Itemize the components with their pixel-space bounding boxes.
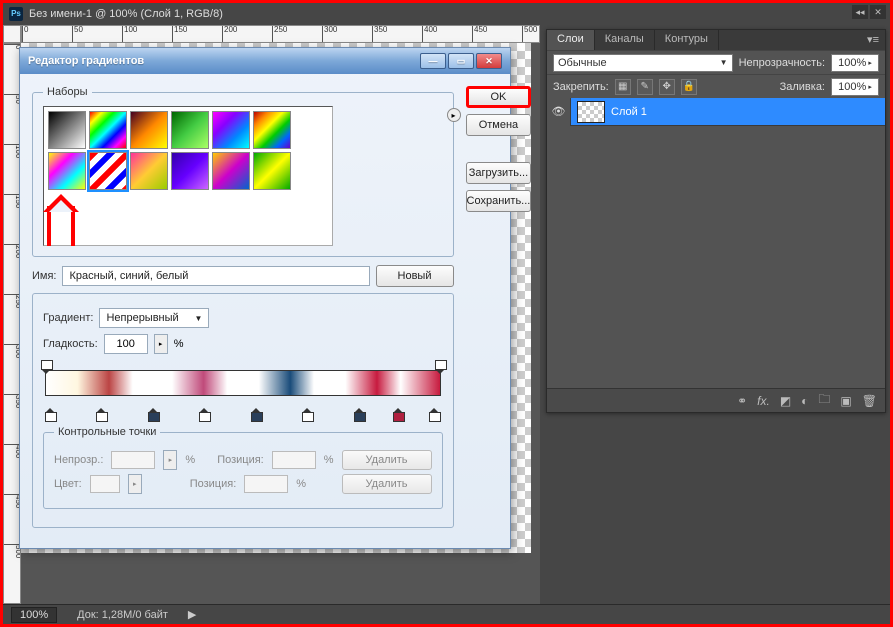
- presets-group: Наборы ▸: [32, 86, 454, 257]
- save-button[interactable]: Сохранить...: [466, 190, 532, 212]
- status-play-icon[interactable]: ▶: [188, 608, 196, 621]
- dialog-min-icon[interactable]: —: [420, 53, 446, 69]
- gradient-preset[interactable]: [48, 111, 86, 149]
- gradient-preset[interactable]: [171, 111, 209, 149]
- color-stop[interactable]: [354, 412, 364, 424]
- close-icon[interactable]: ✕: [870, 5, 886, 19]
- color-stop[interactable]: [199, 412, 209, 424]
- gradient-preset[interactable]: [212, 152, 250, 190]
- gradient-editor-dialog: Редактор градиентов — ▭ ✕ Наборы ▸: [19, 47, 511, 549]
- new-layer-icon[interactable]: ▣: [840, 394, 851, 408]
- ruler-corner: [3, 25, 21, 43]
- dialog-title: Редактор градиентов: [28, 55, 144, 67]
- opacity-label: Непрозрачность:: [739, 57, 825, 69]
- lock-all-icon[interactable]: 🔒: [681, 79, 697, 95]
- ok-button[interactable]: OK: [466, 86, 532, 108]
- layer-thumbnail[interactable]: [577, 101, 605, 123]
- color-stop[interactable]: [429, 412, 439, 424]
- ruler-horizontal: 050100150200250300350400450500: [21, 25, 540, 43]
- window-title: Без имени-1 @ 100% (Слой 1, RGB/8): [29, 3, 223, 25]
- control-points-label: Контрольные точки: [54, 426, 160, 438]
- blend-mode-select[interactable]: Обычные▼: [553, 54, 733, 72]
- layer-name[interactable]: Слой 1: [611, 106, 647, 118]
- smoothness-input[interactable]: [104, 334, 148, 354]
- gradient-preset[interactable]: [89, 152, 127, 190]
- cancel-button[interactable]: Отмена: [466, 114, 532, 136]
- presets-menu-icon[interactable]: ▸: [447, 108, 461, 122]
- color-stop[interactable]: [251, 412, 261, 424]
- stop-color-label: Цвет:: [54, 478, 82, 490]
- gradient-preset[interactable]: [212, 111, 250, 149]
- visibility-icon[interactable]: 👁: [547, 98, 571, 126]
- stop-opacity-input: [111, 451, 155, 469]
- delete-color-stop-button: Удалить: [342, 474, 432, 494]
- gradient-preset[interactable]: [89, 111, 127, 149]
- load-button[interactable]: Загрузить...: [466, 162, 532, 184]
- new-button[interactable]: Новый: [376, 265, 454, 287]
- layer-fx-icon[interactable]: fx.: [757, 394, 770, 408]
- gradient-preset[interactable]: [253, 152, 291, 190]
- delete-opacity-stop-button: Удалить: [342, 450, 432, 470]
- gradient-preset[interactable]: [130, 152, 168, 190]
- lock-transparent-icon[interactable]: ▦: [615, 79, 631, 95]
- stop-opacity-stepper: ▸: [163, 450, 177, 470]
- gradient-type-label: Градиент:: [43, 312, 93, 324]
- color-stop[interactable]: [302, 412, 312, 424]
- layer-mask-icon[interactable]: ◩: [780, 394, 791, 408]
- color-stop[interactable]: [45, 412, 55, 424]
- color-stop[interactable]: [96, 412, 106, 424]
- stop-color-stepper: ▸: [128, 474, 142, 494]
- delete-layer-icon[interactable]: 🗑: [862, 394, 877, 408]
- zoom-display[interactable]: 100%: [11, 607, 57, 623]
- smoothness-label: Гладкость:: [43, 338, 98, 350]
- color-stop[interactable]: [393, 412, 403, 424]
- stop-color-swatch: [90, 475, 120, 493]
- presets-label: Наборы: [43, 86, 92, 98]
- gradient-preset[interactable]: [253, 111, 291, 149]
- lock-brush-icon[interactable]: ✎: [637, 79, 653, 95]
- opacity-input[interactable]: 100%▸: [831, 54, 879, 72]
- gradient-preset[interactable]: [130, 111, 168, 149]
- tab-channels[interactable]: Каналы: [595, 30, 655, 50]
- fill-input[interactable]: 100%▸: [831, 78, 879, 96]
- adjustment-layer-icon[interactable]: ◐: [801, 394, 808, 408]
- lock-label: Закрепить:: [553, 81, 609, 93]
- stop-position-input: [244, 475, 288, 493]
- gradient-settings-group: Градиент: Непрерывный▼ Гладкость: ▸ %: [32, 293, 454, 528]
- gradient-type-select[interactable]: Непрерывный▼: [99, 308, 209, 328]
- tab-layers[interactable]: Слои: [547, 30, 595, 50]
- doc-size-label: Док: 1,28M/0 байт: [77, 609, 168, 621]
- lock-move-icon[interactable]: ✥: [659, 79, 675, 95]
- link-layers-icon[interactable]: ⚭: [737, 394, 747, 408]
- gradient-preset[interactable]: [171, 152, 209, 190]
- name-label: Имя:: [32, 270, 56, 282]
- opacity-stop[interactable]: [41, 358, 51, 370]
- dialog-max-icon[interactable]: ▭: [448, 53, 474, 69]
- tab-paths[interactable]: Контуры: [655, 30, 719, 50]
- gradient-preset[interactable]: [48, 152, 86, 190]
- new-group-icon[interactable]: 🗀: [818, 390, 830, 411]
- opacity-stop[interactable]: [435, 358, 445, 370]
- gradient-name-input[interactable]: Красный, синий, белый: [62, 266, 369, 286]
- dialog-close-icon[interactable]: ✕: [476, 53, 502, 69]
- collapse-icon[interactable]: ◂◂: [852, 5, 868, 19]
- percent-label: %: [174, 338, 184, 350]
- ps-icon: Ps: [9, 7, 23, 21]
- layers-panel: Слои Каналы Контуры ▾≡ Обычные▼ Непрозра…: [546, 29, 886, 413]
- control-points-group: Контрольные точки Непрозр.: ▸ % Позиция:…: [43, 426, 443, 509]
- gradient-preview[interactable]: [45, 370, 441, 412]
- layer-row[interactable]: 👁 Слой 1: [547, 98, 885, 126]
- panel-menu-icon[interactable]: ▾≡: [861, 30, 885, 50]
- annotation-arrow: [47, 206, 75, 246]
- stop-position-label: Позиция:: [190, 478, 237, 490]
- smoothness-stepper[interactable]: ▸: [154, 334, 168, 354]
- fill-label: Заливка:: [780, 81, 825, 93]
- stop-opacity-label: Непрозр.:: [54, 454, 103, 466]
- color-stop[interactable]: [148, 412, 158, 424]
- stop-position-input: [272, 451, 316, 469]
- stop-position-label: Позиция:: [217, 454, 264, 466]
